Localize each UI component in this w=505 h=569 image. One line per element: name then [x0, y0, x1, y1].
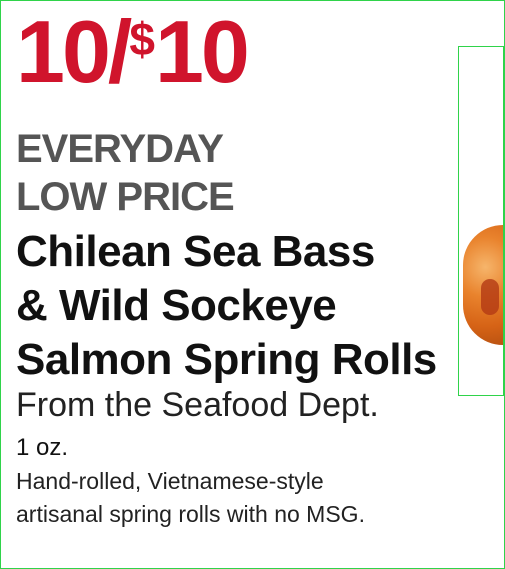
price-quantity: 10/: [16, 2, 132, 101]
price-tag: 10/$10: [16, 8, 496, 100]
product-size: 1 oz.: [16, 434, 69, 461]
price-amount: 10: [154, 2, 250, 101]
price-currency: $: [129, 13, 155, 65]
department-label: From the Seafood Dept.: [16, 386, 379, 424]
edlp-line-2: LOW PRICE: [16, 175, 235, 219]
ad-content: 10/$10 EVERYDAY LOW PRICE Chilean Sea Ba…: [16, 8, 496, 531]
everyday-low-price-label: EVERYDAY LOW PRICE: [16, 125, 496, 221]
title-line-2: & Wild Sockeye: [16, 281, 337, 330]
description-line-1: Hand-rolled, Vietnamese-style: [16, 468, 324, 494]
title-line-1: Chilean Sea Bass: [16, 227, 375, 276]
title-line-3: Salmon Spring Rolls: [16, 335, 437, 384]
edlp-line-1: EVERYDAY: [16, 127, 224, 171]
product-description: Hand-rolled, Vietnamese-style artisanal …: [16, 465, 496, 531]
description-line-2: artisanal spring rolls with no MSG.: [16, 501, 365, 527]
product-title: Chilean Sea Bass & Wild Sockeye Salmon S…: [16, 225, 496, 387]
